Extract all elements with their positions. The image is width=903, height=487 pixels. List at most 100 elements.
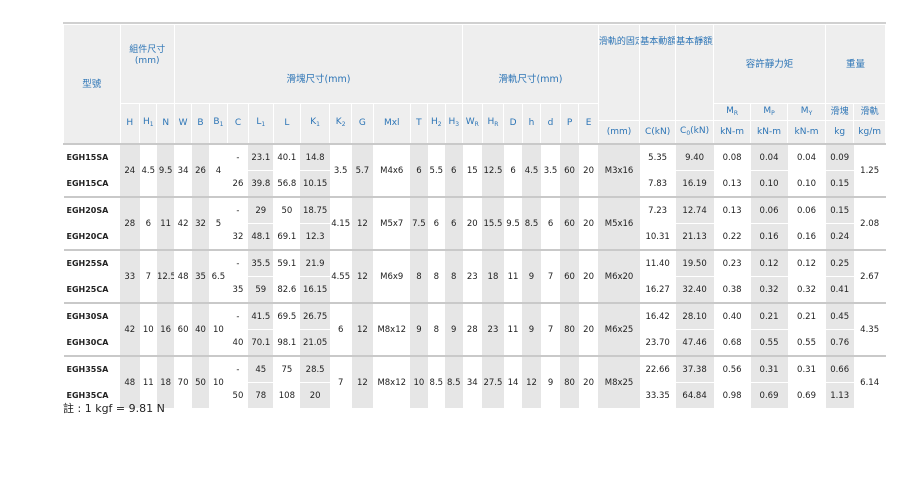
cell-H1: 4.5 [139,143,157,198]
table-row: EGH15SA 24 4.5 9.5 34 26 4-23.1 40.1 14.8 3.5 5.7 M… [63,143,886,198]
cell-Mxl: M6x9 [373,249,411,304]
cell-G: 12 [351,249,374,304]
cell-L1: 23.1 [248,143,274,171]
unit-mp: kN-m [750,120,788,145]
cell-K1: 26.75 [300,302,330,330]
cell-MY: 0.04 [787,143,826,171]
cell-L1: 29 [248,196,274,224]
cell-H1: 7 [139,249,157,304]
cell-H3: 8.5 [445,355,463,409]
model-cell: EGH30SA [63,302,121,330]
table-body: EGH15SA 24 4.5 9.5 34 26 4-23.1 40.1 14.8 3.5 5.7 M… [63,143,886,409]
cell-stat: 32.40 [675,276,714,304]
header-moment: 容許靜力矩 [713,24,827,104]
cell-B1: 5 [209,196,228,251]
cell-stat: 28.10 [675,302,714,330]
cell-MP: 0.04 [750,143,788,171]
cell-MY: 0.31 [787,355,826,383]
footnote: 註 : 1 kgf = 9.81 N [63,402,165,415]
cell-dyn: 16.42 [639,302,676,330]
cell-stat: 16.19 [675,170,714,198]
cell-C: 32 [227,223,249,251]
table-row: EGH35SA 48 11 18 70 50 10-45 75 28.5 7 12 M8x12 10 8.… [63,355,886,409]
cell-L1: 41.5 [248,302,274,330]
cell-HR: 27.5 [482,355,504,409]
cell-L: 98.1 [273,329,301,357]
cell-H3: 9 [445,302,463,357]
col-H: H [119,103,141,145]
cell-bolt: M3x16 [598,143,640,198]
cell-dyn: 7.83 [639,170,676,198]
cell-D: 6 [503,143,523,198]
cell-rail-weight: 2.08 [853,196,886,251]
cell-C: - [227,249,249,277]
cell-P: 80 [560,355,579,409]
cell-K1: 18.75 [300,196,330,224]
cell-K1: 20 [300,382,330,409]
col-E: E [578,103,599,145]
col-d: d [540,103,561,145]
cell-h: 9 [522,249,541,304]
cell-H2: 8.5 [427,355,445,409]
cell-MY: 0.10 [787,170,826,198]
cell-bolt: M5x16 [598,196,640,251]
col-B: B [191,103,210,145]
cell-C: 50 [227,382,249,409]
col-C: C [227,103,249,145]
cell-P: 60 [560,196,579,251]
unit-mr: kN-m [713,120,752,145]
model-cell: EGH20SA [63,196,121,224]
col-Mxl: Mxl [372,103,411,145]
cell-wb: 0.15 [825,196,854,224]
cell-MR: 0.22 [713,223,751,251]
cell-wb: 0.25 [825,249,854,277]
unit-wb: kg [825,120,855,145]
cell-N: 9.5 [156,143,175,198]
cell-L1: 59 [248,276,274,304]
cell-E: 20 [578,143,599,198]
header-rail: 滑軌尺寸(mm) [462,24,599,104]
cell-stat: 12.74 [675,196,714,224]
cell-MR: 0.98 [713,382,751,409]
cell-D: 11 [503,249,523,304]
cell-wb: 0.15 [825,170,854,198]
cell-B: 50 [191,355,210,409]
col-HR: HR [481,103,505,145]
cell-N: 12.5 [156,249,175,304]
cell-B1: 10 [209,355,228,409]
cell-B1: 6.5 [209,249,228,304]
cell-wb: 0.66 [825,355,854,383]
cell-L: 82.6 [273,276,301,304]
cell-stat: 19.50 [675,249,714,277]
model-cell: EGH30CA [63,329,121,357]
table-header: 型號 組件尺寸 (mm) 滑塊尺寸(mm) 滑軌尺寸(mm) 滑軌的固定螺栓尺寸… [63,24,886,145]
cell-B: 40 [191,302,210,357]
cell-rail-weight: 1.25 [853,143,886,198]
cell-C: - [227,196,249,224]
col-N: N [156,103,175,145]
header-bolt: 滑軌的固定螺栓尺寸 [597,24,641,121]
cell-W: 48 [174,249,192,304]
cell-WR: 20 [462,196,483,251]
cell-Mxl: M4x6 [373,143,411,198]
col-WR: WR [462,103,483,145]
cell-L: 59.1 [273,249,301,277]
cell-L: 40.1 [273,143,301,171]
cell-L: 69.5 [273,302,301,330]
cell-C: 40 [227,329,249,357]
cell-MR: 0.13 [713,170,751,198]
cell-L1: 78 [248,382,274,409]
cell-MR: 0.23 [713,249,751,277]
cell-B1: 10 [209,302,228,357]
col-G: G [351,103,374,145]
cell-B: 26 [191,143,210,198]
col-W: W [173,103,193,145]
col-MY: MY [786,103,827,121]
cell-WR: 23 [462,249,483,304]
spec-table: 型號 組件尺寸 (mm) 滑塊尺寸(mm) 滑軌尺寸(mm) 滑軌的固定螺栓尺寸… [63,24,886,409]
header-dynamic-load: 基本動額定負荷 [639,24,677,121]
cell-MR: 0.68 [713,329,751,357]
cell-stat: 47.46 [675,329,714,357]
cell-h: 8.5 [522,196,541,251]
cell-wb: 0.76 [825,329,854,357]
